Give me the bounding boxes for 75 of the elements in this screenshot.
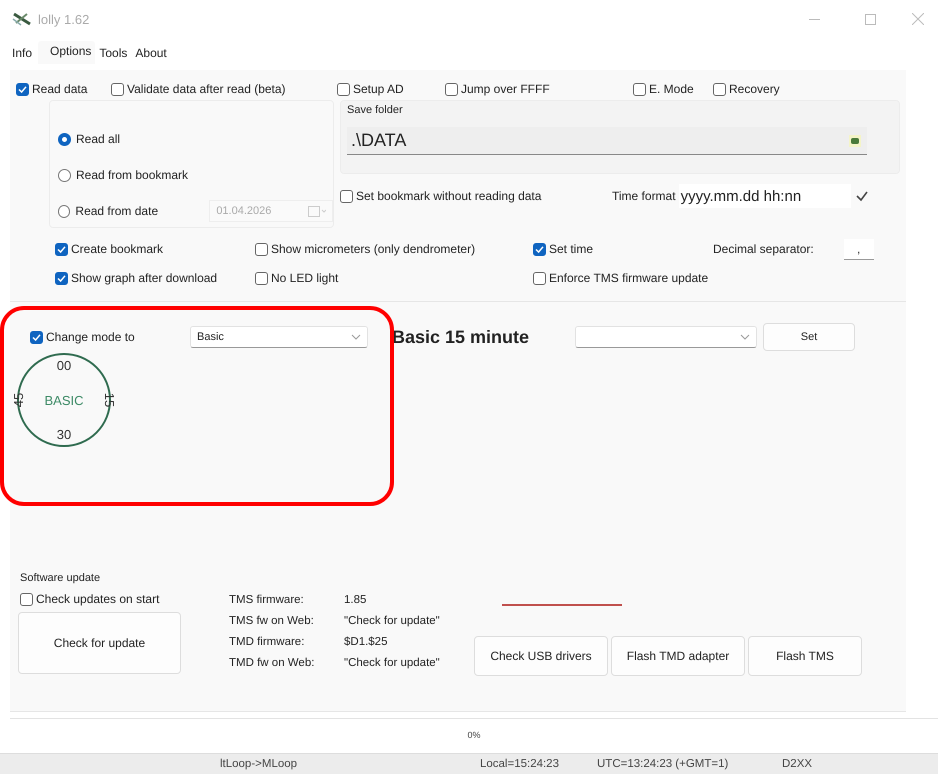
field-label: Decimal separator: (713, 242, 814, 256)
checkbox-label: Enforce TMS firmware update (549, 271, 708, 285)
caret-icon (740, 334, 750, 340)
info-value: $D1.$25 (344, 636, 388, 648)
folder-field[interactable]: .\DATA (347, 127, 867, 155)
progress-text: 0% (467, 730, 480, 740)
checkbox[interactable] (445, 82, 458, 96)
radio-button[interactable] (58, 132, 71, 146)
time-format-field[interactable]: yyyy.mm.dd hh:nn (678, 184, 851, 208)
checkbox[interactable] (340, 190, 353, 202)
checkbox-label: Check updates on start (36, 592, 160, 606)
menu-tab[interactable]: About (133, 43, 171, 64)
checkbox[interactable] (255, 272, 268, 284)
menu-tab[interactable]: Tools (97, 43, 132, 64)
app-logo-icon (12, 11, 32, 27)
checkbox[interactable] (111, 82, 124, 96)
info-label: TMS fw on Web: (229, 615, 315, 627)
calendar-icon (308, 205, 326, 217)
checkbox[interactable] (55, 272, 68, 284)
checkbox[interactable] (20, 592, 33, 606)
mode-caption: Basic 15 minute (392, 326, 530, 348)
info-value: 1.85 (344, 594, 368, 606)
checkbox-label: Jump over FFFF (461, 82, 550, 96)
action-button[interactable]: Flash TMD adapter (611, 636, 745, 676)
checkbox-label: Validate data after read (beta) (127, 82, 286, 96)
radio-label: Read all (76, 132, 122, 146)
status-text: Local=15:24:23 (480, 758, 560, 770)
checkbox-label: E. Mode (649, 82, 694, 96)
action-button[interactable]: Flash TMS (748, 636, 862, 676)
set-button[interactable]: Set (763, 323, 855, 351)
radio-button[interactable] (58, 168, 71, 182)
checkbox-label: Read data (32, 82, 88, 96)
menu-tab[interactable]: Options (38, 41, 96, 64)
status-text: UTC=13:24:23 (+GMT=1) (597, 758, 730, 770)
checkbox[interactable] (713, 82, 726, 96)
info-value: "Check for update" (344, 657, 441, 669)
mode-dial-drawing: 00 30 15 45 BASIC (14, 350, 114, 450)
field-label: Time format (612, 189, 676, 203)
checkbox-label: No LED light (271, 271, 338, 285)
checkbox-label: Set bookmark without reading data (356, 189, 542, 203)
action-button[interactable]: Check USB drivers (474, 636, 608, 676)
checkbox[interactable] (633, 82, 646, 96)
info-value: "Check for update" (344, 615, 441, 627)
radio-label: Read from bookmark (76, 168, 188, 182)
mode-dropdown[interactable]: Basic (190, 326, 368, 348)
checkbox-label: Create bookmark (71, 242, 164, 256)
checkbox-label: Set time (549, 242, 594, 256)
info-label: TMD fw on Web: (229, 657, 316, 669)
checkbox[interactable] (337, 82, 350, 96)
status-text: D2XX (782, 758, 814, 770)
check-update-button[interactable]: Check for update (18, 612, 181, 674)
checkbox-label: Show micrometers (only dendrometer) (271, 242, 476, 256)
status-text: ltLoop->MLoop (220, 758, 298, 770)
checkbox[interactable] (55, 242, 68, 256)
group-label: Save folder (347, 104, 404, 116)
checkbox-label: Recovery (729, 82, 780, 96)
checkbox[interactable] (30, 330, 43, 344)
decimal-separator-field[interactable]: , (844, 238, 874, 260)
checkbox[interactable] (533, 272, 546, 284)
window-title: lolly 1.62 (38, 12, 90, 26)
section-title: Software update (20, 572, 102, 584)
checkbox[interactable] (16, 82, 29, 96)
radio-button[interactable] (58, 204, 70, 218)
radio-label: Read from date (75, 204, 160, 218)
dropdown[interactable] (575, 326, 757, 348)
menu-tab[interactable]: Info (10, 43, 36, 64)
caret-icon (351, 334, 361, 340)
checkmark-icon[interactable] (854, 190, 870, 202)
info-label: TMS firmware: (229, 594, 305, 606)
checkbox[interactable] (533, 242, 546, 256)
checkbox[interactable] (255, 242, 268, 256)
checkbox-label: Setup AD (353, 82, 404, 96)
checkbox-label: Show graph after download (71, 271, 218, 285)
checkbox-label: Change mode to (46, 330, 135, 344)
info-label: TMD firmware: (229, 636, 306, 648)
